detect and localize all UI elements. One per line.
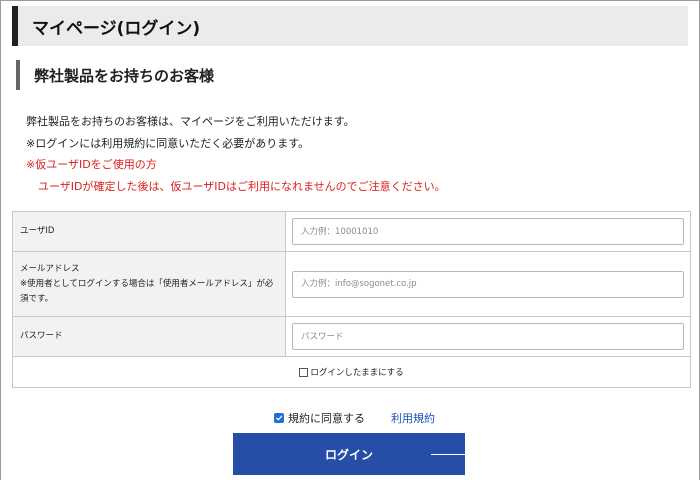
notice-title: ※仮ユーザIDをご使用の方 — [26, 158, 157, 171]
page-title: マイページ(ログイン) — [12, 6, 688, 46]
login-button[interactable]: ログイン — [233, 433, 465, 475]
email-note-line-1: ※使用者としてログインする場合は「使用者メールアドレス」が必 — [20, 278, 274, 289]
password-input-cell — [286, 317, 690, 356]
email-note-line-2: 須です。 — [20, 293, 54, 304]
intro-line-1: 弊社製品をお持ちのお客様は、マイページをご利用いただけます。 — [26, 115, 355, 128]
user-id-label: ユーザID — [20, 226, 55, 236]
agreement-line: 規約に同意する 利用規約 — [274, 410, 435, 426]
section-title: 弊社製品をお持ちのお客様 — [16, 60, 214, 90]
checkmark-icon — [275, 415, 283, 421]
form-row-password: パスワード — [13, 317, 690, 357]
user-id-input-cell — [286, 212, 690, 251]
intro-line-2: ※ログインには利用規約に同意いただく必要があります。 — [26, 136, 310, 150]
agree-label[interactable]: 規約に同意する — [288, 410, 365, 426]
form-row-remember: ログインしたままにする — [13, 357, 690, 387]
form-row-email: メールアドレス ※使用者としてログインする場合は「使用者メールアドレス」が必 須… — [13, 252, 690, 317]
password-input[interactable] — [292, 323, 684, 350]
email-label: メールアドレス — [20, 263, 80, 274]
notice-body: ユーザIDが確定した後は、仮ユーザIDはご利用になれませんのでご注意ください。 — [38, 179, 446, 193]
email-label-cell: メールアドレス ※使用者としてログインする場合は「使用者メールアドレス」が必 須… — [13, 252, 286, 316]
remember-me-label: ログインしたままにする — [310, 368, 404, 378]
login-form-table: ユーザID メールアドレス ※使用者としてログインする場合は「使用者メールアドレ… — [12, 211, 691, 388]
user-id-input[interactable] — [292, 218, 684, 245]
email-input[interactable] — [292, 270, 684, 298]
email-input-cell — [286, 252, 690, 316]
agree-checkbox[interactable] — [274, 413, 284, 423]
password-label: パスワード — [20, 331, 63, 341]
user-id-label-cell: ユーザID — [13, 212, 286, 251]
login-button-label: ログイン — [324, 447, 373, 462]
remember-me-checkbox[interactable] — [299, 367, 309, 377]
intro-text: 弊社製品をお持ちのお客様は、マイページをご利用いただけます。 ※ログインには利用… — [26, 111, 446, 197]
button-arrow-line — [431, 454, 465, 455]
remember-me-toggle[interactable]: ログインしたままにする — [299, 366, 404, 378]
form-row-user-id: ユーザID — [13, 212, 690, 252]
terms-link[interactable]: 利用規約 — [391, 410, 435, 426]
password-label-cell: パスワード — [13, 317, 286, 356]
